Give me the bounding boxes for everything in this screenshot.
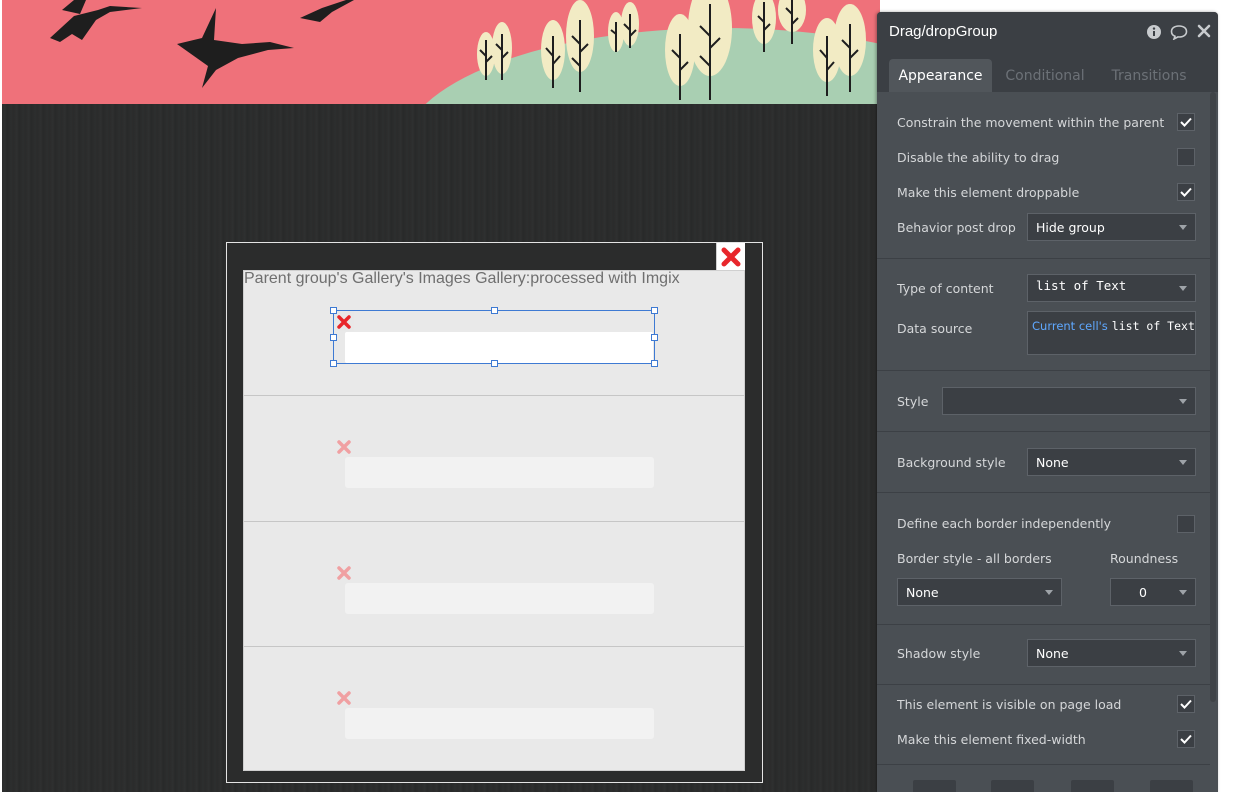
dropdown-value: None: [1036, 645, 1069, 661]
alignment-button[interactable]: [1071, 780, 1114, 792]
label-style: Style: [897, 394, 929, 409]
section-divider: [877, 258, 1210, 259]
chevron-down-icon: [1045, 590, 1053, 595]
dropdown-value: None: [906, 584, 939, 600]
label-background-style: Background style: [897, 455, 1006, 470]
resize-handle[interactable]: [330, 334, 337, 341]
dropdown-value: None: [1036, 454, 1069, 470]
header-banner-image: [2, 0, 880, 104]
delete-x-icon[interactable]: [335, 564, 353, 582]
section-divider: [877, 431, 1210, 432]
resize-handle[interactable]: [330, 307, 337, 314]
resize-handle[interactable]: [491, 307, 498, 314]
alignment-button[interactable]: [913, 780, 956, 792]
section-divider: [877, 764, 1210, 765]
checkbox-constrain-movement[interactable]: [1177, 113, 1195, 131]
tab-conditional[interactable]: Conditional: [997, 59, 1093, 92]
chevron-down-icon: [1179, 225, 1187, 230]
section-divider: [877, 684, 1210, 685]
label-data-source: Data source: [897, 321, 973, 336]
comment-icon[interactable]: [1170, 24, 1188, 41]
resize-handle[interactable]: [491, 360, 498, 367]
dropdown-value: Hide group: [1036, 219, 1105, 235]
cell-input[interactable]: [345, 708, 654, 739]
alignment-button[interactable]: [1150, 780, 1193, 792]
section-divider: [877, 492, 1210, 493]
dropdown-value: list of Text: [1036, 278, 1127, 293]
popup-close-icon[interactable]: [716, 243, 745, 271]
dropdown-type-of-content[interactable]: list of Text: [1027, 274, 1196, 302]
editor-tabs: Appearance Conditional Transitions: [877, 52, 1218, 92]
expression-type: list of Text: [1111, 319, 1195, 333]
resize-handle[interactable]: [330, 360, 337, 367]
property-editor-panel[interactable]: Drag/dropGroup Appearance Conditional Tr…: [877, 12, 1218, 792]
cell-divider: [244, 395, 744, 396]
checkbox-fixed-width[interactable]: [1177, 730, 1195, 748]
label-type-of-content: Type of content: [897, 281, 994, 296]
dynamic-expression-link[interactable]: Current cell's: [1032, 319, 1108, 333]
cell-input[interactable]: [345, 583, 654, 614]
section-divider: [877, 624, 1210, 625]
chevron-down-icon: [1179, 399, 1187, 404]
label-fixed-width: Make this element fixed-width: [897, 732, 1086, 747]
dropdown-background-style[interactable]: None: [1027, 448, 1196, 476]
resize-handle[interactable]: [651, 360, 658, 367]
label-border-style: Border style - all borders: [897, 551, 1052, 566]
dropdown-style[interactable]: [942, 387, 1196, 415]
chevron-down-icon: [1179, 590, 1187, 595]
dropdown-shadow-style[interactable]: None: [1027, 639, 1196, 667]
selection-box[interactable]: [333, 310, 655, 364]
banner-illustration: [50, 0, 880, 104]
chevron-down-icon: [1179, 651, 1187, 656]
popup-title-text[interactable]: Parent group's Gallery's Images Gallery:…: [244, 270, 680, 288]
chevron-down-icon: [1179, 286, 1187, 291]
tab-appearance[interactable]: Appearance: [889, 59, 992, 92]
data-source-expression[interactable]: Current cell's list of Text: [1027, 311, 1196, 355]
cell-divider: [244, 521, 744, 522]
close-icon[interactable]: [1197, 24, 1213, 40]
label-border-independent: Define each border independently: [897, 516, 1112, 531]
label-droppable: Make this element droppable: [897, 185, 1080, 200]
resize-handle[interactable]: [651, 307, 658, 314]
editor-scrollbar[interactable]: [1210, 92, 1216, 702]
resize-handle[interactable]: [651, 334, 658, 341]
label-behavior-post-drop: Behavior post drop: [897, 220, 1016, 235]
delete-x-icon[interactable]: [335, 438, 353, 456]
info-icon[interactable]: [1146, 24, 1162, 40]
checkbox-droppable[interactable]: [1177, 183, 1195, 201]
cell-divider: [244, 646, 744, 647]
input-roundness[interactable]: 0: [1110, 578, 1196, 606]
label-disable-drag: Disable the ability to drag: [897, 150, 1060, 165]
label-shadow-style: Shadow style: [897, 646, 981, 661]
label-constrain-movement: Constrain the movement within the parent: [897, 115, 1165, 130]
alignment-button[interactable]: [991, 780, 1034, 792]
checkbox-visible-on-load[interactable]: [1177, 695, 1195, 713]
section-divider: [877, 370, 1210, 371]
element-name[interactable]: Drag/dropGroup: [889, 23, 997, 40]
roundness-value: 0: [1139, 584, 1147, 600]
label-visible-on-load: This element is visible on page load: [897, 697, 1122, 712]
dropdown-border-style[interactable]: None: [897, 578, 1062, 606]
cell-input[interactable]: [345, 457, 654, 488]
checkbox-disable-drag[interactable]: [1177, 148, 1195, 166]
delete-x-icon[interactable]: [335, 689, 353, 707]
checkbox-border-independent[interactable]: [1177, 515, 1195, 533]
editor-header[interactable]: Drag/dropGroup: [877, 12, 1218, 52]
tab-transitions[interactable]: Transitions: [1101, 59, 1197, 92]
dropdown-behavior-post-drop[interactable]: Hide group: [1027, 213, 1196, 241]
chevron-down-icon: [1179, 460, 1187, 465]
label-roundness: Roundness: [1110, 551, 1179, 566]
